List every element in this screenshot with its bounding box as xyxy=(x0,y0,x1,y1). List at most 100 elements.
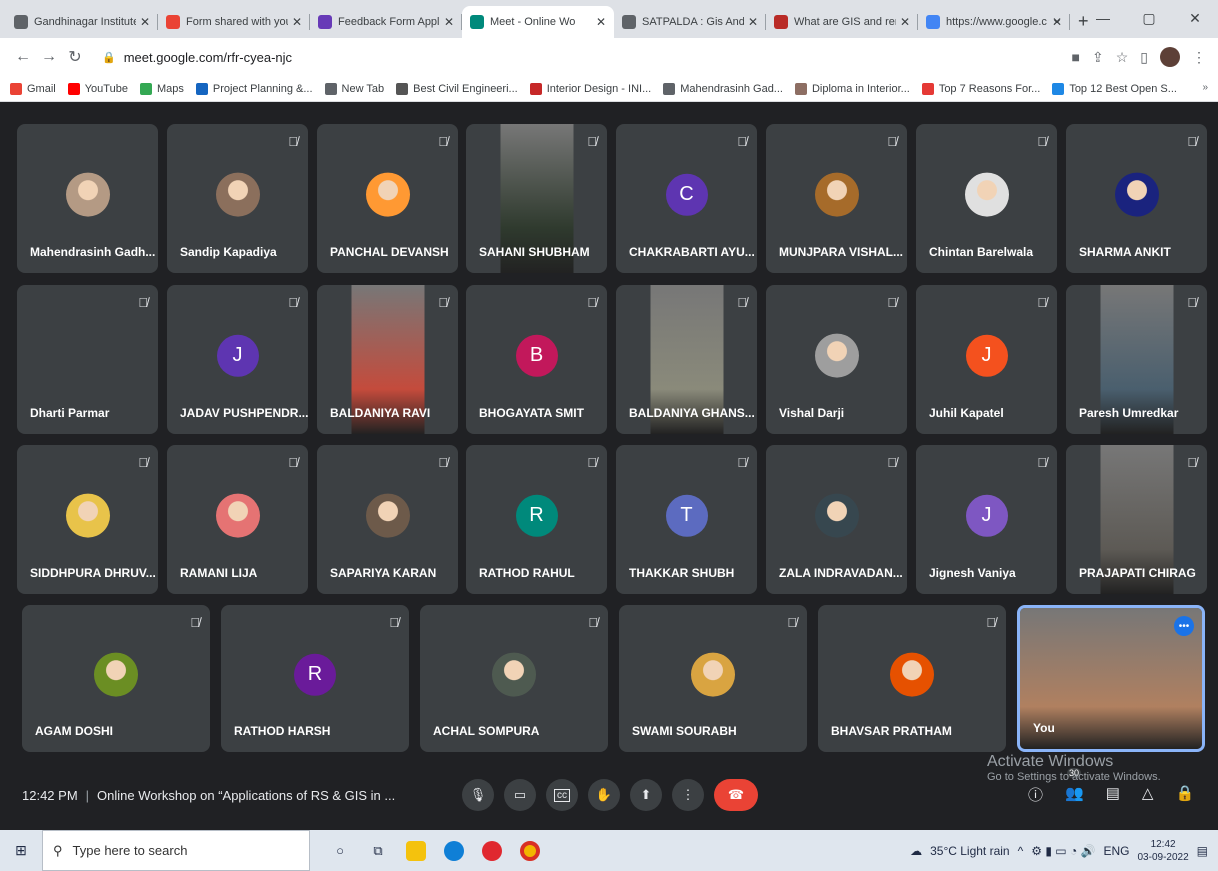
globe-icon xyxy=(663,82,676,95)
participant-tile[interactable]: 🎙̸ Sandip Kapadiya xyxy=(167,124,308,273)
file-explorer-icon[interactable] xyxy=(406,840,426,861)
weather-icon[interactable]: ☁ xyxy=(910,844,922,858)
tab-5[interactable]: What are GIS and rem ✕ xyxy=(766,6,918,38)
tab-close-icon[interactable]: ✕ xyxy=(748,15,758,29)
bookmark-item[interactable]: Gmail xyxy=(10,82,56,95)
taskbar-search[interactable]: ⚲ Type here to search xyxy=(42,830,310,871)
address-bar[interactable]: 🔒 meet.google.com/rfr-cyea-njc xyxy=(94,43,1054,71)
lock-icon[interactable]: 🔒 xyxy=(102,51,116,64)
participant-tile[interactable]: 🎙̸ MUNJPARA VISHAL... xyxy=(766,124,907,273)
bookmark-item[interactable]: Maps xyxy=(139,82,184,95)
tab-close-icon[interactable]: ✕ xyxy=(900,15,910,29)
participant-tile[interactable]: 🎙̸ ACHAL SOMPURA xyxy=(420,605,608,752)
participant-tile[interactable]: Mahendrasinh Gadh... xyxy=(17,124,158,273)
bookmark-item[interactable]: Interior Design - INI... xyxy=(529,82,651,95)
tab-2[interactable]: Feedback Form Applic ✕ xyxy=(310,6,462,38)
edge-icon[interactable] xyxy=(444,840,464,861)
maximize-button[interactable]: ▢ xyxy=(1126,10,1172,27)
participant-tile[interactable]: J 🎙̸ Juhil Kapatel xyxy=(916,285,1057,434)
participant-tile[interactable]: 🎙̸ RAMANI LIJA xyxy=(167,445,308,594)
clock[interactable]: 12:42 03-09-2022 xyxy=(1138,838,1189,864)
participant-tile[interactable]: 🎙̸ SAHANI SHUBHAM xyxy=(466,124,607,273)
tab-close-icon[interactable]: ✕ xyxy=(140,15,150,29)
tab-close-icon[interactable]: ✕ xyxy=(292,15,302,29)
participant-tile[interactable]: 🎙̸ ZALA INDRAVADAN... xyxy=(766,445,907,594)
chrome-icon[interactable] xyxy=(520,840,540,861)
participant-tile[interactable]: 🎙̸ Chintan Barelwala xyxy=(916,124,1057,273)
tab-close-icon[interactable]: ✕ xyxy=(444,15,454,29)
bookmark-item[interactable]: Best Civil Engineeri... xyxy=(396,82,518,95)
bookmark-item[interactable]: Top 7 Reasons For... xyxy=(921,82,1040,95)
bookmarks-overflow-icon[interactable]: » xyxy=(1202,82,1208,93)
raise-hand-button[interactable]: ✋ xyxy=(588,779,620,811)
participant-tile[interactable]: J 🎙̸ Jignesh Vaniya xyxy=(916,445,1057,594)
participant-tile[interactable]: J 🎙̸ JADAV PUSHPENDR... xyxy=(167,285,308,434)
participant-tile[interactable]: 🎙̸ PRAJAPATI CHIRAG xyxy=(1066,445,1207,594)
camera-button[interactable]: ▭ xyxy=(504,779,536,811)
reload-icon[interactable]: ↻ xyxy=(62,47,88,67)
participant-tile[interactable]: 🎙̸ BALDANIYA GHANS... xyxy=(616,285,757,434)
participant-tile[interactable]: 🎙̸ SIDDHPURA DHRUV... xyxy=(17,445,158,594)
bookmark-item[interactable]: Mahendrasinh Gad... xyxy=(663,82,783,95)
tray-expand-icon[interactable]: ^ xyxy=(1018,844,1024,858)
opera-icon[interactable] xyxy=(482,840,502,861)
bookmark-item[interactable]: New Tab xyxy=(324,82,384,95)
tab-0[interactable]: Gandhinagar Institute ✕ xyxy=(6,6,158,38)
back-icon[interactable]: ← xyxy=(10,48,36,66)
activities-icon[interactable]: △ xyxy=(1142,784,1154,805)
windows-start-icon[interactable]: ⊞ xyxy=(0,842,42,859)
participant-tile[interactable]: B 🎙̸ BHOGAYATA SMIT xyxy=(466,285,607,434)
camera-icon[interactable]: ■ xyxy=(1072,49,1080,65)
gmail-icon xyxy=(10,82,22,95)
participant-tile[interactable]: 🎙̸ BHAVSAR PRATHAM xyxy=(818,605,1006,752)
participant-tile[interactable]: 🎙̸ Paresh Umredkar xyxy=(1066,285,1207,434)
participant-tile[interactable]: 🎙̸ SWAMI SOURABH xyxy=(619,605,807,752)
bookmark-item[interactable]: YouTube xyxy=(67,82,128,95)
tab-3[interactable]: Meet - Online Wo ✕ xyxy=(462,6,614,38)
participant-tile[interactable]: 🎙̸ SHARMA ANKIT xyxy=(1066,124,1207,273)
captions-button[interactable]: cc xyxy=(546,779,578,811)
star-icon[interactable]: ☆ xyxy=(1116,49,1129,66)
participant-tile[interactable]: 🎙̸ BALDANIYA RAVI xyxy=(317,285,458,434)
task-view-icon[interactable]: ⧉ xyxy=(368,841,388,861)
participant-tile[interactable]: C 🎙̸ CHAKRABARTI AYU... xyxy=(616,124,757,273)
more-options-button[interactable]: ⋮ xyxy=(672,779,704,811)
bookmark-item[interactable]: Diploma in Interior... xyxy=(794,82,910,95)
weather-text[interactable]: 35°C Light rain xyxy=(930,844,1010,858)
leave-call-button[interactable]: ☎ xyxy=(714,779,758,811)
chat-icon[interactable]: ▤ xyxy=(1106,784,1120,805)
sidebar-icon[interactable]: ▯ xyxy=(1140,49,1148,66)
bookmark-item[interactable]: Top 12 Best Open S... xyxy=(1052,82,1177,95)
info-icon[interactable]: ⓘ xyxy=(1028,784,1043,805)
minimize-button[interactable]: — xyxy=(1080,10,1126,26)
people-icon[interactable]: 👥 30 xyxy=(1065,768,1084,805)
participant-tile[interactable]: 🎙̸ PANCHAL DEVANSH xyxy=(317,124,458,273)
self-video-tile[interactable]: ••• You xyxy=(1017,605,1205,752)
microphone-button[interactable]: 🎙 xyxy=(462,779,494,811)
participant-tile[interactable]: 🎙̸ AGAM DOSHI xyxy=(22,605,210,752)
language-indicator[interactable]: ENG xyxy=(1103,844,1129,858)
participant-tile[interactable]: R 🎙̸ RATHOD HARSH xyxy=(221,605,409,752)
share-icon[interactable]: ⇪ xyxy=(1092,49,1104,66)
participant-tile[interactable]: 🎙̸ Dharti Parmar xyxy=(17,285,158,434)
more-options-icon[interactable]: ••• xyxy=(1174,616,1194,636)
clock-date: 03-09-2022 xyxy=(1137,851,1189,863)
participant-tile[interactable]: T 🎙̸ THAKKAR SHUBH xyxy=(616,445,757,594)
cortana-icon[interactable]: ○ xyxy=(330,841,350,861)
tab-1[interactable]: Form shared with you ✕ xyxy=(158,6,310,38)
notifications-icon[interactable]: ▤ xyxy=(1197,844,1208,858)
tray-icons[interactable]: ⚙ ▮ ▭ ◔ 🔊 xyxy=(1031,844,1095,858)
participant-tile[interactable]: R 🎙̸ RATHOD RAHUL xyxy=(466,445,607,594)
forward-icon[interactable]: → xyxy=(36,48,62,66)
close-window-button[interactable]: ✕ xyxy=(1172,10,1218,27)
menu-kebab-icon[interactable]: ⋮ xyxy=(1192,49,1206,66)
participant-tile[interactable]: 🎙̸ SAPARIYA KARAN xyxy=(317,445,458,594)
host-controls-icon[interactable]: 🔒 xyxy=(1175,784,1194,805)
tab-search-icon[interactable]: ⌄ xyxy=(1034,10,1080,27)
bookmark-item[interactable]: Project Planning &... xyxy=(195,82,313,95)
present-button[interactable]: ⬆ xyxy=(630,779,662,811)
tab-4[interactable]: SATPALDA : Gis And R ✕ xyxy=(614,6,766,38)
tab-close-icon[interactable]: ✕ xyxy=(596,15,606,29)
profile-avatar[interactable] xyxy=(1160,47,1180,67)
participant-tile[interactable]: 🎙̸ Vishal Darji xyxy=(766,285,907,434)
